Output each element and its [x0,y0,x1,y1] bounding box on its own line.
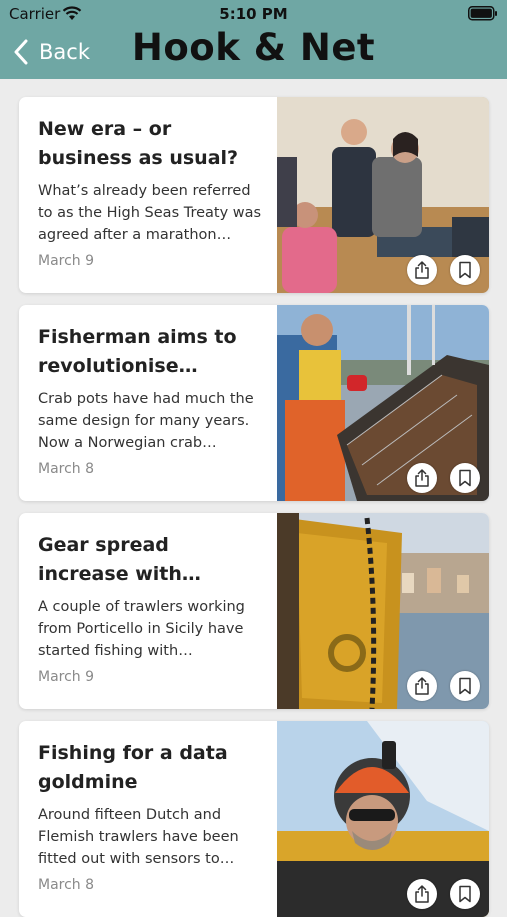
article-title: New era – or business as usual? [38,118,239,169]
bookmark-button[interactable] [450,463,480,493]
share-button[interactable] [407,671,437,701]
bookmark-button[interactable] [450,671,480,701]
article-card[interactable]: Fishing for a data goldmine Around fifte… [19,721,489,917]
bookmark-button[interactable] [450,255,480,285]
article-text: New era – or business as usual? What’s a… [38,115,266,269]
bookmark-icon [459,885,471,903]
article-title: Gear spread increase with modern trawl… [38,534,182,585]
article-summary: What’s already been referred to as the H… [38,183,262,243]
article-text: Gear spread increase with modern trawl… … [38,531,266,685]
share-button[interactable] [407,463,437,493]
article-date: March 8 [38,461,95,477]
share-icon [415,469,429,487]
article-text: Fishing for a data goldmine Around fifte… [38,739,266,893]
share-button[interactable] [407,255,437,285]
article-summary: Around fifteen Dutch and Flemish trawler… [38,807,239,867]
status-bar: Carrier 5:10 PM [0,0,507,28]
article-card[interactable]: Fisherman aims to revolutionise crabbing… [19,305,489,501]
bookmark-icon [459,261,471,279]
bookmark-button[interactable] [450,879,480,909]
article-card[interactable]: Gear spread increase with modern trawl… … [19,513,489,709]
article-title: Fisherman aims to revolutionise crabbing [38,326,237,377]
battery-icon [468,6,497,21]
article-card[interactable]: New era – or business as usual? What’s a… [19,97,489,293]
bookmark-icon [459,469,471,487]
share-icon [415,261,429,279]
share-button[interactable] [407,879,437,909]
article-summary: Crab pots have had much the same design … [38,391,254,451]
bookmark-icon [459,677,471,695]
article-summary: A couple of trawlers working from Portic… [38,599,245,659]
article-date: March 9 [38,253,95,269]
article-date: March 9 [38,669,95,685]
status-time: 5:10 PM [219,5,288,23]
share-icon [415,885,429,903]
article-title: Fishing for a data goldmine [38,742,228,793]
nav-header: Carrier 5:10 PM Back Hook & Net [0,0,507,79]
article-image[interactable] [277,721,489,917]
share-icon [415,677,429,695]
article-image[interactable] [277,305,489,501]
article-date: March 8 [38,877,95,893]
app-title: Hook & Net [131,26,376,69]
article-image[interactable] [277,97,489,293]
article-text: Fisherman aims to revolutionise crabbing… [38,323,266,477]
article-image[interactable] [277,513,489,709]
